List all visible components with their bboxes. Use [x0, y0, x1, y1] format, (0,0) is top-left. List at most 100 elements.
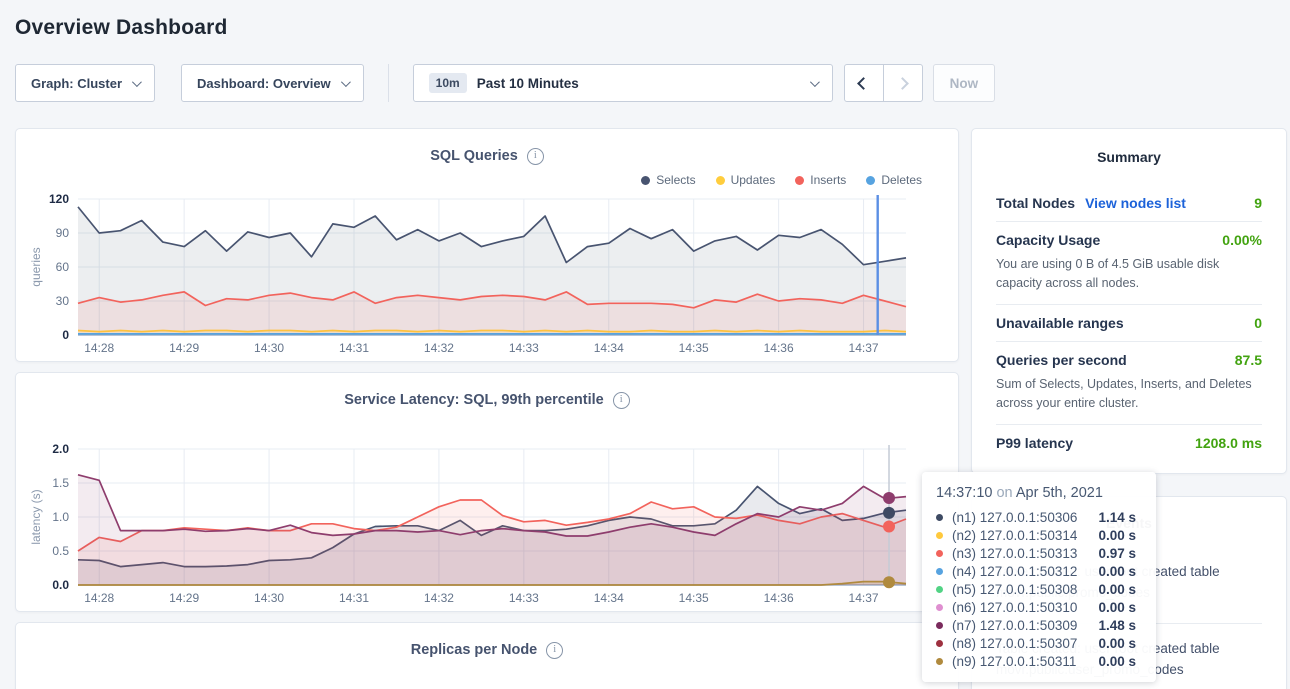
tooltip-node-value: 0.00 s: [1098, 636, 1142, 651]
time-forward-button[interactable]: [883, 64, 923, 102]
summary-row-capacity: Capacity Usage 0.00% You are using 0 B o…: [996, 221, 1262, 304]
tooltip-node-value: 0.97 s: [1098, 546, 1142, 561]
service-latency-header: Service Latency: SQL, 99th percentile i: [16, 389, 958, 411]
total-nodes-value: 9: [1254, 195, 1262, 211]
svg-text:1.0: 1.0: [52, 510, 69, 524]
unavailable-ranges-value: 0: [1254, 315, 1262, 331]
svg-text:14:31: 14:31: [339, 591, 369, 605]
chart-hover-tooltip: 14:37:10 on Apr 5th, 2021 (n1) 127.0.0.1…: [922, 472, 1156, 682]
chevron-down-icon: [132, 77, 142, 87]
tooltip-node-value: 1.14 s: [1098, 510, 1142, 525]
tooltip-node-label: (n3) 127.0.0.1:50313: [952, 546, 1077, 561]
dashboard-dropdown-label: Dashboard: Overview: [197, 76, 331, 91]
node-color-dot-icon: [936, 586, 943, 593]
info-icon[interactable]: i: [527, 148, 544, 165]
legend-item-deletes[interactable]: Deletes: [866, 173, 922, 187]
summary-heading: Summary: [996, 149, 1262, 165]
legend-dot-icon: [641, 176, 650, 185]
svg-text:14:36: 14:36: [764, 341, 794, 355]
qps-description: Sum of Selects, Updates, Inserts, and De…: [996, 375, 1262, 414]
tooltip-node-label: (n1) 127.0.0.1:50306: [952, 510, 1077, 525]
legend-item-updates[interactable]: Updates: [716, 173, 776, 187]
node-color-dot-icon: [936, 622, 943, 629]
tooltip-node-row: (n8) 127.0.0.1:50307 0.00 s: [936, 634, 1142, 652]
svg-text:30: 30: [56, 294, 70, 308]
svg-text:14:29: 14:29: [169, 341, 199, 355]
p99-latency-label: P99 latency: [996, 435, 1073, 451]
legend-label: Selects: [656, 173, 695, 187]
replicas-per-node-header: Replicas per Node i: [16, 639, 958, 661]
svg-text:14:31: 14:31: [339, 341, 369, 355]
total-nodes-label: Total Nodes: [996, 195, 1075, 211]
legend-label: Updates: [731, 173, 776, 187]
legend-item-inserts[interactable]: Inserts: [795, 173, 846, 187]
time-window-label: Past 10 Minutes: [477, 76, 579, 91]
tooltip-node-row: (n2) 127.0.0.1:503140.00 s: [936, 526, 1142, 544]
now-button[interactable]: Now: [933, 64, 996, 102]
tooltip-node-label: (n9) 127.0.0.1:50311: [952, 654, 1076, 669]
node-color-dot-icon: [936, 640, 943, 647]
node-color-dot-icon: [936, 514, 943, 521]
svg-text:14:37: 14:37: [849, 591, 879, 605]
svg-text:14:28: 14:28: [84, 591, 114, 605]
summary-row-p99: P99 latency 1208.0 ms: [996, 424, 1262, 461]
legend-dot-icon: [716, 176, 725, 185]
info-icon[interactable]: i: [613, 392, 630, 409]
svg-text:120: 120: [49, 193, 69, 206]
legend-item-selects[interactable]: Selects: [641, 173, 695, 187]
tooltip-node-row: (n6) 127.0.0.1:50310 0.00 s: [936, 598, 1142, 616]
chevron-right-icon: [896, 77, 909, 90]
svg-text:14:32: 14:32: [424, 591, 454, 605]
tooltip-time: 14:37:10: [936, 485, 992, 501]
tooltip-node-label: (n8) 127.0.0.1:50307: [952, 636, 1077, 651]
sql-queries-title: SQL Queries: [430, 148, 518, 164]
tooltip-timestamp: 14:37:10 on Apr 5th, 2021: [936, 485, 1142, 501]
service-latency-panel: Service Latency: SQL, 99th percentile i …: [15, 372, 959, 612]
time-window-badge: 10m: [429, 73, 467, 93]
node-color-dot-icon: [936, 568, 943, 575]
graph-dropdown[interactable]: Graph: Cluster: [15, 64, 155, 102]
graph-dropdown-label: Graph: Cluster: [31, 76, 122, 91]
view-nodes-list-link[interactable]: View nodes list: [1085, 195, 1186, 211]
unavailable-ranges-label: Unavailable ranges: [996, 315, 1124, 331]
legend-dot-icon: [795, 176, 804, 185]
time-step-buttons: [844, 64, 923, 102]
svg-text:14:37: 14:37: [849, 341, 879, 355]
tooltip-node-row: (n9) 127.0.0.1:503110.00 s: [936, 652, 1142, 670]
replicas-per-node-title: Replicas per Node: [411, 642, 538, 658]
tooltip-node-value: 0.00 s: [1098, 582, 1142, 597]
node-color-dot-icon: [936, 658, 943, 665]
summary-row-total-nodes: Total Nodes View nodes list 9: [996, 185, 1262, 221]
summary-row-unavailable-ranges: Unavailable ranges 0: [996, 304, 1262, 341]
sql-queries-chart[interactable]: 14:2814:2914:3014:3114:3214:3314:3414:35…: [16, 193, 960, 361]
charts-column: SQL Queries i Selects Updates Inserts Delet…: [15, 128, 959, 689]
p99-latency-value: 1208.0 ms: [1195, 435, 1262, 451]
svg-text:14:32: 14:32: [424, 341, 454, 355]
sql-legend: Selects Updates Inserts Deletes: [16, 169, 958, 191]
chevron-left-icon: [857, 77, 870, 90]
tooltip-on-word: on: [996, 485, 1012, 501]
tooltip-node-value: 0.00 s: [1098, 600, 1142, 615]
capacity-usage-label: Capacity Usage: [996, 232, 1100, 248]
service-latency-chart[interactable]: 14:2814:2914:3014:3114:3214:3314:3414:35…: [16, 443, 960, 611]
tooltip-node-label: (n6) 127.0.0.1:50310: [952, 600, 1077, 615]
svg-text:2.0: 2.0: [52, 443, 69, 456]
legend-label: Inserts: [810, 173, 846, 187]
info-icon[interactable]: i: [546, 642, 563, 659]
tooltip-rows: (n1) 127.0.0.1:50306 1.14 s(n2) 127.0.0.1…: [936, 508, 1142, 670]
tooltip-node-row: (n3) 127.0.0.1:50313 0.97 s: [936, 544, 1142, 562]
tooltip-node-label: (n4) 127.0.0.1:50312: [952, 564, 1077, 579]
chevron-down-icon: [341, 77, 351, 87]
replicas-per-node-panel: Replicas per Node i: [15, 622, 959, 689]
qps-label: Queries per second: [996, 352, 1127, 368]
svg-text:14:34: 14:34: [594, 591, 624, 605]
dashboard-dropdown[interactable]: Dashboard: Overview: [181, 64, 364, 102]
tooltip-node-value: 1.48 s: [1098, 618, 1142, 633]
capacity-usage-description: You are using 0 B of 4.5 GiB usable disk…: [996, 255, 1262, 294]
sql-queries-panel: SQL Queries i Selects Updates Inserts Delet…: [15, 128, 959, 362]
time-back-button[interactable]: [844, 64, 884, 102]
node-color-dot-icon: [936, 532, 943, 539]
summary-row-qps: Queries per second 87.5 Sum of Selects, …: [996, 341, 1262, 424]
service-latency-title: Service Latency: SQL, 99th percentile: [344, 392, 604, 408]
time-range-picker[interactable]: 10m Past 10 Minutes: [413, 64, 833, 102]
